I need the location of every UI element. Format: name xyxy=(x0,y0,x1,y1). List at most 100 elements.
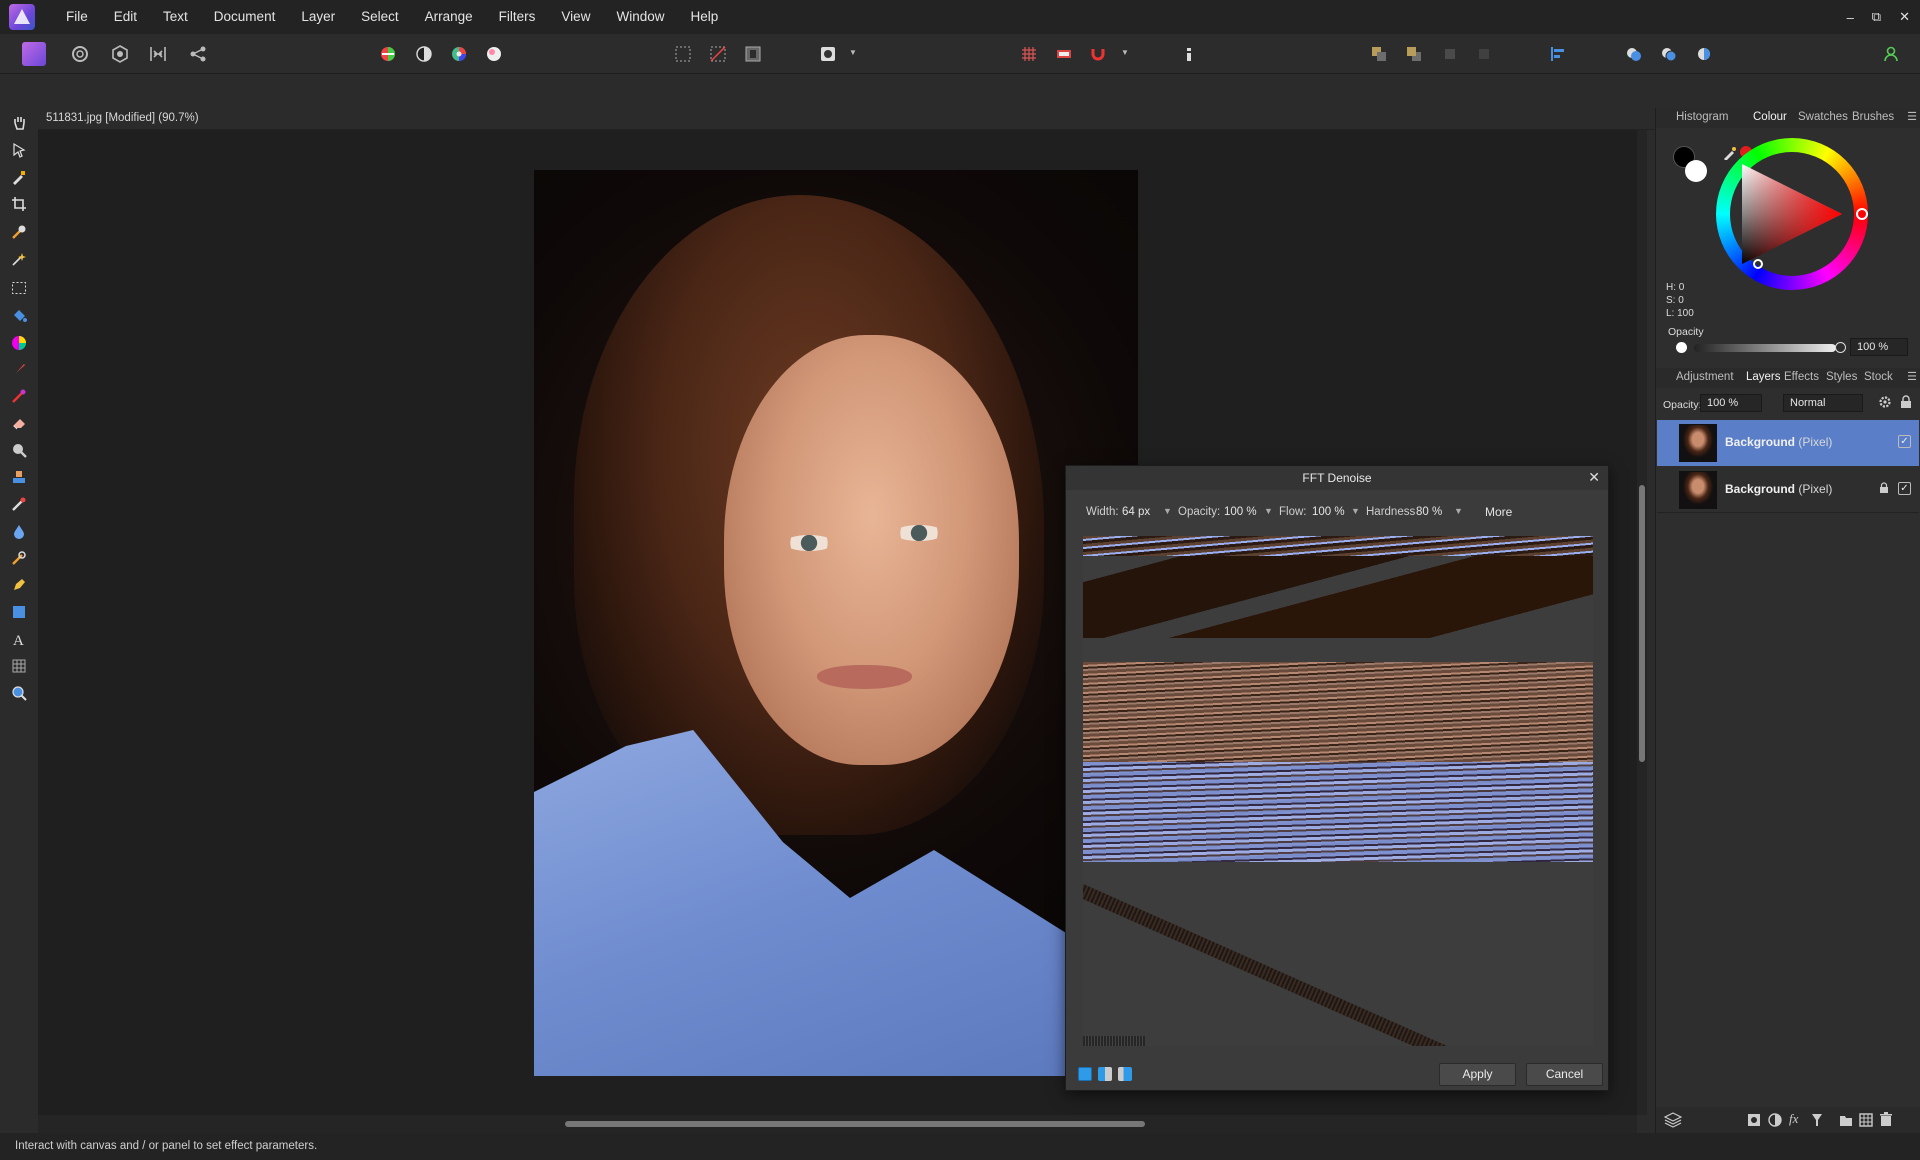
add-group-icon[interactable] xyxy=(1839,1113,1853,1130)
deselect-icon[interactable] xyxy=(706,42,730,66)
layer-row-selected[interactable]: Background (Pixel) ✓ xyxy=(1657,420,1919,466)
menu-edit[interactable]: Edit xyxy=(101,0,150,34)
layer-lock-icon[interactable] xyxy=(1879,482,1889,497)
lock-icon[interactable] xyxy=(1900,395,1912,412)
move-back-icon[interactable] xyxy=(1367,42,1391,66)
tab-histogram[interactable]: Histogram xyxy=(1676,111,1728,123)
tab-effects[interactable]: Effects xyxy=(1784,371,1819,383)
hue-handle[interactable] xyxy=(1856,208,1868,220)
dialog-titlebar[interactable]: FFT Denoise ✕ xyxy=(1066,466,1608,490)
clone-tool-icon[interactable] xyxy=(9,467,29,487)
align-left-icon[interactable] xyxy=(1547,42,1571,66)
hardness-dropdown-icon[interactable]: ▼ xyxy=(1454,506,1463,516)
boolean-subtract-icon[interactable] xyxy=(1657,42,1681,66)
blur-brush-tool-icon[interactable] xyxy=(9,521,29,541)
move-forward-icon[interactable] xyxy=(1402,42,1426,66)
move-to-back-icon[interactable] xyxy=(1472,42,1496,66)
cancel-button[interactable]: Cancel xyxy=(1526,1063,1603,1086)
opacity-dropdown-icon[interactable]: ▼ xyxy=(1264,506,1273,516)
close-icon[interactable]: ✕ xyxy=(1588,469,1600,486)
photo-persona-icon[interactable] xyxy=(22,42,46,66)
single-view-icon[interactable] xyxy=(1078,1067,1092,1081)
opacity-field[interactable]: 100 % xyxy=(1224,506,1257,518)
flood-select-tool-icon[interactable] xyxy=(9,249,29,269)
menu-arrange[interactable]: Arrange xyxy=(412,0,486,34)
boolean-add-icon[interactable] xyxy=(1622,42,1646,66)
develop-persona-icon[interactable] xyxy=(108,42,132,66)
tab-stock[interactable]: Stock xyxy=(1864,371,1893,383)
invert-selection-icon[interactable] xyxy=(741,42,765,66)
pen-tool-icon[interactable] xyxy=(9,575,29,595)
colour-replacement-tool-icon[interactable] xyxy=(9,386,29,406)
colour-opacity-field[interactable]: 100 % xyxy=(1850,338,1908,356)
document-tab[interactable]: 511831.jpg [Modified] (90.7%) × xyxy=(38,108,1702,130)
mesh-warp-tool-icon[interactable] xyxy=(9,656,29,676)
auto-white-balance-icon[interactable] xyxy=(482,42,506,66)
menu-document[interactable]: Document xyxy=(201,0,289,34)
zoom-tool-icon[interactable] xyxy=(9,683,29,703)
horizontal-scroll-thumb[interactable] xyxy=(565,1121,1145,1127)
smudge-brush-tool-icon[interactable] xyxy=(9,548,29,568)
horizontal-scrollbar[interactable] xyxy=(38,1115,1637,1133)
add-fx-icon[interactable]: fx xyxy=(1789,1111,1798,1127)
context-help-icon[interactable] xyxy=(1177,42,1201,66)
menu-help[interactable]: Help xyxy=(677,0,731,34)
rectangular-marquee-tool-icon[interactable] xyxy=(9,278,29,298)
colour-wheel[interactable] xyxy=(1716,138,1868,290)
add-mask-icon[interactable] xyxy=(1747,1113,1761,1130)
width-field[interactable]: 64 px xyxy=(1122,506,1150,518)
live-filter-icon[interactable] xyxy=(1811,1113,1823,1130)
snapping-options-icon[interactable] xyxy=(1052,42,1076,66)
panel-menu-icon[interactable]: ☰ xyxy=(1907,370,1917,383)
layer-row[interactable]: Background (Pixel) ✓ xyxy=(1657,467,1919,513)
layer-visibility-checkbox[interactable]: ✓ xyxy=(1898,435,1911,448)
affinity-photo-logo[interactable] xyxy=(9,4,35,30)
colour-picker-icon[interactable] xyxy=(1723,146,1737,163)
layer-settings-gear-icon[interactable] xyxy=(1878,395,1892,412)
menu-text[interactable]: Text xyxy=(150,0,201,34)
tab-styles[interactable]: Styles xyxy=(1826,371,1857,383)
vertical-scroll-thumb[interactable] xyxy=(1639,485,1645,762)
restore-button[interactable]: ⧉ xyxy=(1872,9,1881,25)
colour-picker-tool-icon[interactable] xyxy=(9,167,29,187)
tab-layers[interactable]: Layers xyxy=(1746,371,1781,383)
blend-mode-select[interactable]: Normal xyxy=(1783,394,1863,412)
menu-view[interactable]: View xyxy=(548,0,603,34)
delete-layer-icon[interactable] xyxy=(1879,1112,1893,1130)
snapping-dropdown-icon[interactable]: ▼ xyxy=(1121,48,1129,60)
fft-spectrum-preview[interactable] xyxy=(1083,536,1593,1046)
auto-colours-icon[interactable] xyxy=(447,42,471,66)
opacity-slider-handle[interactable] xyxy=(1835,342,1846,353)
hardness-field[interactable]: 80 % xyxy=(1416,506,1442,518)
account-icon[interactable] xyxy=(1879,42,1903,66)
close-window-button[interactable]: ✕ xyxy=(1899,9,1910,25)
portrait-photo[interactable] xyxy=(534,170,1138,1076)
erase-brush-tool-icon[interactable] xyxy=(9,413,29,433)
boolean-intersect-icon[interactable] xyxy=(1692,42,1716,66)
rectangle-tool-icon[interactable] xyxy=(9,602,29,622)
layer-visibility-checkbox[interactable]: ✓ xyxy=(1898,482,1911,495)
move-to-front-icon[interactable] xyxy=(1438,42,1462,66)
saturation-handle[interactable] xyxy=(1753,259,1763,269)
menu-window[interactable]: Window xyxy=(603,0,677,34)
mirrored-view-icon[interactable] xyxy=(1118,1067,1132,1081)
layer-opacity-field[interactable]: 100 % xyxy=(1700,394,1762,412)
dodge-burn-tool-icon[interactable] xyxy=(9,440,29,460)
move-tool-icon[interactable] xyxy=(9,140,29,160)
selection-brush-tool-icon[interactable] xyxy=(9,222,29,242)
width-dropdown-icon[interactable]: ▼ xyxy=(1163,506,1172,516)
tab-colour[interactable]: Colour xyxy=(1753,111,1787,123)
paint-brush-tool-icon[interactable] xyxy=(9,360,29,380)
view-tool-hand-icon[interactable] xyxy=(9,112,29,132)
tab-brushes[interactable]: Brushes xyxy=(1852,111,1894,123)
apply-button[interactable]: Apply xyxy=(1439,1063,1516,1086)
minimize-button[interactable]: – xyxy=(1847,10,1854,25)
export-persona-icon[interactable] xyxy=(186,42,210,66)
auto-contrast-icon[interactable] xyxy=(412,42,436,66)
menu-layer[interactable]: Layer xyxy=(288,0,348,34)
snapping-magnet-icon[interactable] xyxy=(1086,42,1110,66)
tone-mapping-persona-icon[interactable] xyxy=(146,42,170,66)
healing-tool-icon[interactable] xyxy=(9,494,29,514)
add-adjustment-icon[interactable] xyxy=(1768,1113,1782,1130)
vertical-scrollbar[interactable] xyxy=(1637,130,1647,1115)
